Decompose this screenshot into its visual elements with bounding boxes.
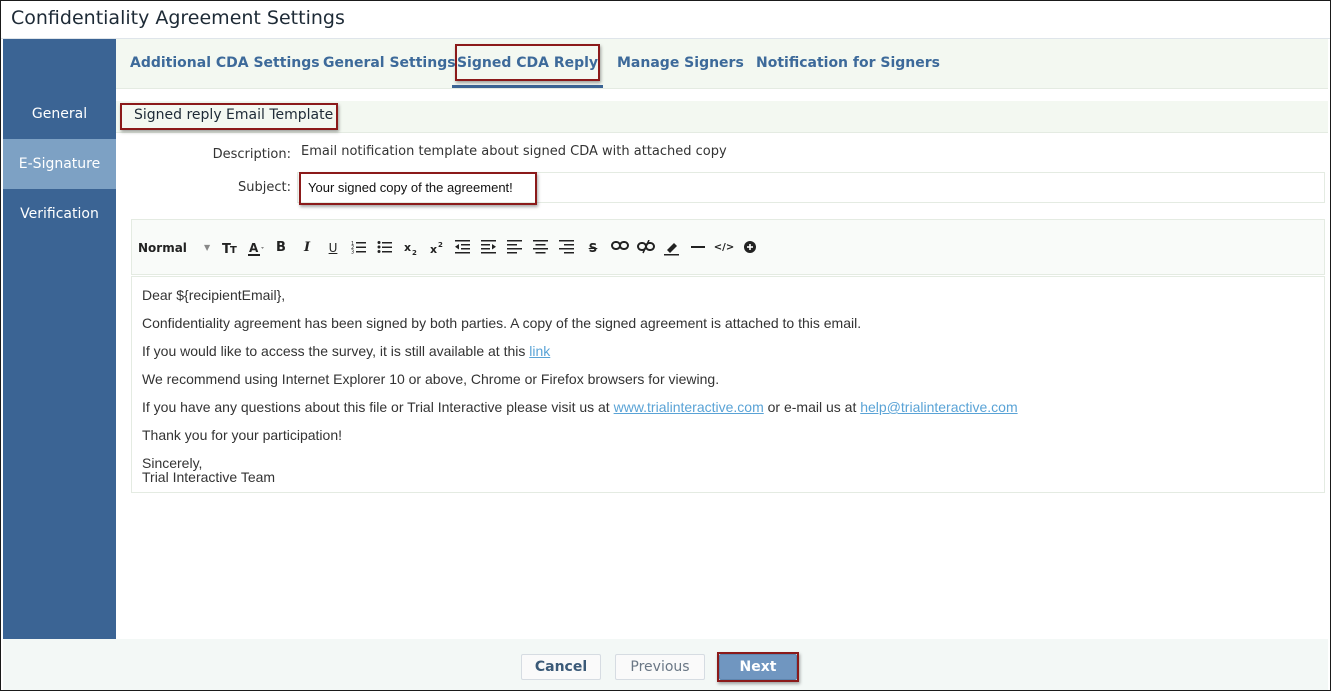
subject-label: Subject: — [238, 180, 291, 195]
body-line-4-text-2: or e-mail us at — [763, 399, 861, 415]
description-label: Description: — [212, 147, 291, 162]
italic-icon[interactable]: I — [298, 237, 316, 259]
code-view-icon[interactable]: </> — [712, 237, 736, 259]
bullet-list-icon[interactable] — [375, 237, 395, 259]
sidebar-item-e-signature[interactable]: E-Signature — [3, 139, 116, 189]
svg-text:2: 2 — [438, 241, 443, 249]
next-button[interactable]: Next — [719, 654, 797, 680]
svg-text:T: T — [230, 245, 237, 256]
body-line-2-text: If you would like to access the survey, … — [142, 343, 530, 359]
format-select-value: Normal — [138, 241, 187, 255]
cancel-button[interactable]: Cancel — [521, 654, 601, 680]
svg-text:3: 3 — [351, 250, 354, 255]
body-line-1: Confidentiality agreement has been signe… — [142, 315, 862, 331]
editor-toolbar: Normal ▼ TT A B I U 123 x2 x2 S </> — [131, 219, 1325, 275]
sidebar: General E-Signature Verification — [3, 39, 116, 639]
sidebar-item-general[interactable]: General — [3, 89, 116, 139]
bold-icon[interactable]: B — [272, 237, 290, 259]
survey-link[interactable]: link — [529, 343, 550, 359]
format-select[interactable]: Normal ▼ — [138, 237, 211, 259]
tab-notification-for-signers[interactable]: Notification for Signers — [756, 39, 940, 88]
tab-additional-cda-settings[interactable]: Additional CDA Settings — [130, 39, 320, 88]
body-line-4-text-1: If you have any questions about this fil… — [142, 399, 614, 415]
email-link[interactable]: help@trialinteractive.com — [860, 399, 1017, 415]
body-line-3: We recommend using Internet Explorer 10 … — [142, 371, 720, 387]
tab-general-settings[interactable]: General Settings — [323, 39, 456, 88]
indent-icon[interactable] — [479, 237, 499, 259]
page-title: Confidentiality Agreement Settings — [11, 7, 345, 29]
section-title: Signed reply Email Template — [134, 107, 334, 123]
ordered-list-icon[interactable]: 123 — [349, 237, 369, 259]
footer-bar: Cancel Previous Next — [3, 639, 1328, 690]
text-size-icon[interactable]: TT — [220, 237, 242, 259]
align-right-icon[interactable] — [557, 237, 577, 259]
svg-text:A: A — [249, 241, 259, 255]
highlight-icon[interactable] — [662, 237, 682, 259]
body-line-5: Thank you for your participation! — [142, 427, 342, 443]
sidebar-item-verification[interactable]: Verification — [3, 189, 116, 239]
svg-text:x: x — [430, 243, 437, 256]
body-line-2: If you would like to access the survey, … — [142, 343, 550, 359]
tab-manage-signers[interactable]: Manage Signers — [617, 39, 744, 88]
description-value: Email notification template about signed… — [301, 144, 727, 159]
closing-line-2: Trial Interactive Team — [142, 469, 276, 485]
tab-bar: Additional CDA Settings General Settings… — [116, 39, 1328, 89]
email-body-editor[interactable]: Dear ${recipientEmail}, Confidentiality … — [131, 276, 1325, 493]
horizontal-rule-icon[interactable] — [688, 237, 708, 259]
body-line-4: If you have any questions about this fil… — [142, 399, 1018, 415]
app-window: Confidentiality Agreement Settings Gener… — [0, 0, 1331, 691]
tab-signed-cda-reply[interactable]: Signed CDA Reply — [452, 39, 603, 88]
align-left-icon[interactable] — [505, 237, 525, 259]
align-center-icon[interactable] — [531, 237, 551, 259]
outdent-icon[interactable] — [453, 237, 473, 259]
font-color-icon[interactable]: A — [245, 237, 267, 259]
subject-input[interactable]: Your signed copy of the agreement! — [297, 172, 1325, 203]
more-icon[interactable] — [740, 237, 760, 259]
superscript-icon[interactable]: x2 — [428, 237, 448, 259]
svg-text:x: x — [404, 241, 411, 254]
greeting-line: Dear ${recipientEmail}, — [142, 287, 286, 303]
section-header: Signed reply Email Template — [116, 101, 1328, 133]
website-link[interactable]: www.trialinteractive.com — [614, 399, 764, 415]
chevron-down-icon: ▼ — [204, 243, 211, 252]
svg-text:2: 2 — [412, 249, 417, 256]
link-icon[interactable] — [609, 237, 631, 259]
title-bar: Confidentiality Agreement Settings — [1, 1, 1330, 39]
subscript-icon[interactable]: x2 — [402, 237, 422, 259]
strikethrough-icon[interactable]: S — [584, 237, 602, 259]
unlink-icon[interactable] — [635, 237, 657, 259]
underline-icon[interactable]: U — [324, 237, 342, 259]
previous-button[interactable]: Previous — [615, 654, 705, 680]
